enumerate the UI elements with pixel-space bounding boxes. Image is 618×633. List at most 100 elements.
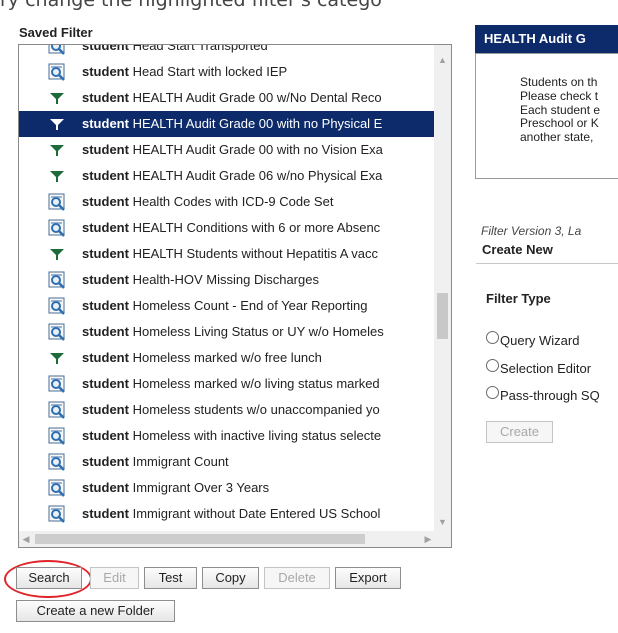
scroll-down-arrow[interactable]: ▼ xyxy=(434,515,451,529)
description-line: another state, xyxy=(520,130,594,144)
query-icon xyxy=(47,504,67,524)
list-item-keyword: student xyxy=(82,246,129,261)
list-item-title: Immigrant Count xyxy=(132,454,229,469)
description-line: Please check t xyxy=(520,89,599,103)
saved-filter-label: Saved Filter xyxy=(19,25,93,40)
list-item-keyword: student xyxy=(82,480,129,495)
list-item-title: HEALTH Audit Grade 00 with no Vision Exa xyxy=(132,142,383,157)
list-item[interactable]: student Homeless Living Status or UY w/o… xyxy=(19,319,434,345)
list-item[interactable]: student Homeless students w/o unaccompan… xyxy=(19,397,434,423)
list-item-title: Head Start with locked IEP xyxy=(132,64,288,79)
edit-button[interactable]: Edit xyxy=(90,567,139,589)
list-item-keyword: student xyxy=(82,142,129,157)
list-item[interactable]: student Homeless with inactive living st… xyxy=(19,423,434,449)
list-item-label: student HEALTH Audit Grade 00 with no Ph… xyxy=(82,111,382,137)
filter-icon xyxy=(47,114,67,134)
filter-type-label: Filter Type xyxy=(486,291,551,306)
horizontal-scrollbar[interactable]: ◀ ▶ xyxy=(19,531,451,547)
list-item-keyword: student xyxy=(82,220,129,235)
create-folder-button[interactable]: Create a new Folder xyxy=(16,600,175,622)
list-item-label: student Immigrant Count xyxy=(82,449,229,475)
radio-query-wizard[interactable]: Query Wizard xyxy=(486,330,618,348)
list-item[interactable]: student Health Codes with ICD-9 Code Set xyxy=(19,189,434,215)
list-item[interactable]: student HEALTH Audit Grade 00 with no Ph… xyxy=(19,111,434,137)
list-item-title: Health-HOV Missing Discharges xyxy=(132,272,319,287)
list-item[interactable]: student Head Start Transported xyxy=(19,44,434,59)
list-item[interactable]: student Immigrant Count xyxy=(19,449,434,475)
query-icon xyxy=(47,478,67,498)
list-item[interactable]: student HEALTH Students without Hepatiti… xyxy=(19,241,434,267)
list-item-label: student Homeless students w/o unaccompan… xyxy=(82,397,380,423)
search-button[interactable]: Search xyxy=(16,567,82,589)
list-item-keyword: student xyxy=(82,64,129,79)
query-icon xyxy=(47,62,67,82)
list-item-title: HEALTH Conditions with 6 or more Absenc xyxy=(132,220,381,235)
query-icon xyxy=(47,452,67,472)
list-item[interactable]: student Immigrant without Date Entered U… xyxy=(19,501,434,527)
list-item[interactable]: student Homeless Count - End of Year Rep… xyxy=(19,293,434,319)
radio-circle[interactable] xyxy=(486,386,499,399)
list-item-label: student Homeless Living Status or UY w/o… xyxy=(82,319,384,345)
list-item-keyword: student xyxy=(82,298,129,313)
description-line: Preschool or K xyxy=(520,116,599,130)
list-item-keyword: student xyxy=(82,428,129,443)
list-item-title: Head Start Transported xyxy=(132,44,268,53)
list-item-label: student Immigrant Over 3 Years xyxy=(82,475,269,501)
create-new-heading: Create New xyxy=(482,242,553,257)
query-icon xyxy=(47,322,67,342)
filter-icon xyxy=(47,140,67,160)
list-item-title: HEALTH Audit Grade 06 w/no Physical Exa xyxy=(132,168,383,183)
list-item-keyword: student xyxy=(82,454,129,469)
query-icon xyxy=(47,400,67,420)
list-item-title: Homeless marked w/o free lunch xyxy=(132,350,322,365)
list-item[interactable]: student Health-HOV Missing Discharges xyxy=(19,267,434,293)
copy-button[interactable]: Copy xyxy=(202,567,259,589)
list-item-keyword: student xyxy=(82,272,129,287)
list-item-keyword: student xyxy=(82,506,129,521)
list-item-title: Immigrant without Date Entered US School xyxy=(132,506,381,521)
cropped-instruction-text: ry change the highlighted filter's categ… xyxy=(0,0,382,11)
list-item[interactable]: student Head Start with locked IEP xyxy=(19,59,434,85)
delete-button[interactable]: Delete xyxy=(264,567,330,589)
list-item[interactable]: student Immigrant Over 3 Years xyxy=(19,475,434,501)
list-item-keyword: student xyxy=(82,324,129,339)
query-icon xyxy=(47,270,67,290)
test-button[interactable]: Test xyxy=(144,567,197,589)
query-icon xyxy=(47,218,67,238)
list-item-title: Homeless Living Status or UY w/o Homeles xyxy=(132,324,384,339)
list-item-label: student Head Start Transported xyxy=(82,44,268,59)
scroll-up-arrow[interactable]: ▲ xyxy=(434,53,451,67)
list-item-label: student HEALTH Conditions with 6 or more… xyxy=(82,215,380,241)
list-item-title: HEALTH Audit Grade 00 with no Physical E xyxy=(132,116,383,131)
radio-selection-editor[interactable]: Selection Editor xyxy=(486,358,618,376)
list-item[interactable]: student Homeless marked w/o free lunch xyxy=(19,345,434,371)
list-item-label: student Homeless Count - End of Year Rep… xyxy=(82,293,367,319)
horizontal-scroll-thumb[interactable] xyxy=(35,534,365,544)
list-item[interactable]: student HEALTH Audit Grade 00 w/No Denta… xyxy=(19,85,434,111)
list-item-label: student Homeless marked w/o free lunch xyxy=(82,345,322,371)
saved-filter-list[interactable]: student Head Start Transported student He… xyxy=(18,44,452,548)
vertical-scrollbar[interactable]: ▲ ▼ xyxy=(434,45,451,531)
list-item[interactable]: student Homeless marked w/o living statu… xyxy=(19,371,434,397)
list-item-keyword: student xyxy=(82,194,129,209)
list-item-title: HEALTH Audit Grade 00 w/No Dental Reco xyxy=(132,90,382,105)
list-item[interactable]: student HEALTH Audit Grade 06 w/no Physi… xyxy=(19,163,434,189)
create-button[interactable]: Create xyxy=(486,421,553,443)
list-item-title: Health Codes with ICD-9 Code Set xyxy=(132,194,334,209)
export-button[interactable]: Export xyxy=(335,567,401,589)
list-item-label: student Head Start with locked IEP xyxy=(82,59,287,85)
scroll-right-arrow[interactable]: ▶ xyxy=(421,531,435,547)
query-icon xyxy=(47,374,67,394)
list-item[interactable]: student HEALTH Conditions with 6 or more… xyxy=(19,215,434,241)
list-item-keyword: student xyxy=(82,376,129,391)
list-item-label: student Immigrant without Date Entered U… xyxy=(82,501,380,527)
vertical-scroll-thumb[interactable] xyxy=(437,293,448,339)
list-item-keyword: student xyxy=(82,90,129,105)
query-icon xyxy=(47,296,67,316)
filter-detail-title: HEALTH Audit G xyxy=(475,25,618,53)
list-item[interactable]: student HEALTH Audit Grade 00 with no Vi… xyxy=(19,137,434,163)
scroll-left-arrow[interactable]: ◀ xyxy=(19,531,33,547)
radio-pass-through-sql[interactable]: Pass-through SQ xyxy=(486,385,618,403)
radio-circle[interactable] xyxy=(486,359,499,372)
radio-circle[interactable] xyxy=(486,331,499,344)
